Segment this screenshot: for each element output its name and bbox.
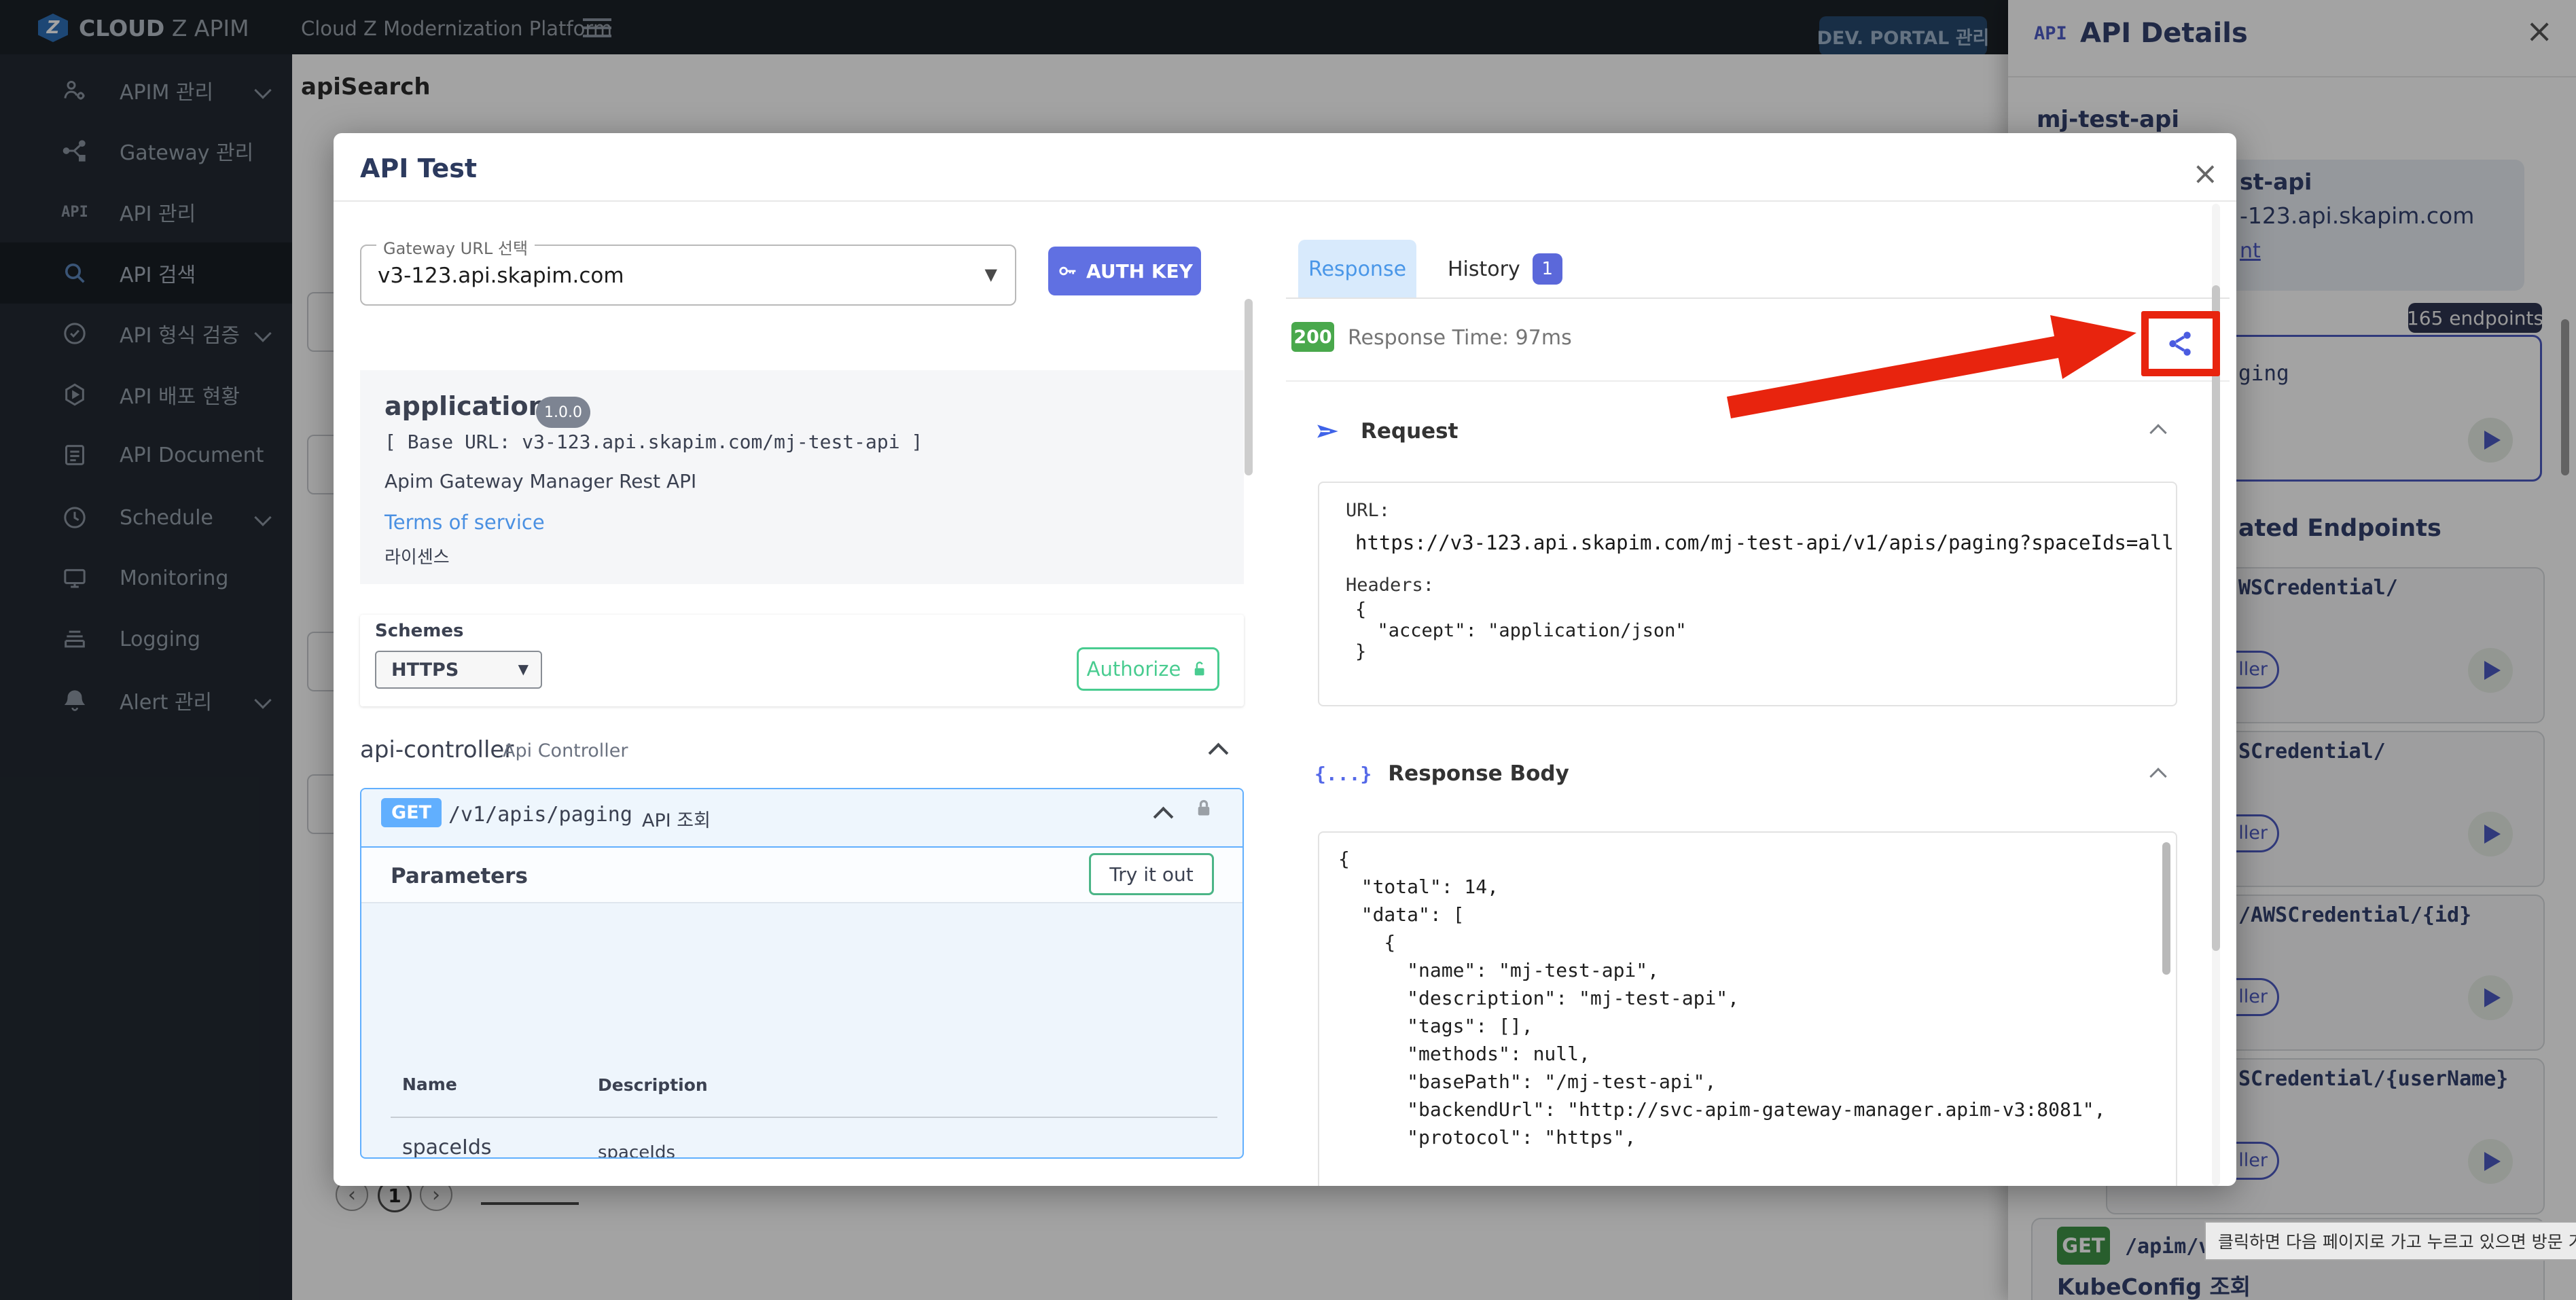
json-line: "basePath": "/mj-test-api", [1338,1068,2105,1096]
gateway-url-value: v3-123.api.skapim.com [378,264,624,288]
modal-close-icon[interactable]: × [2192,155,2219,192]
left-panel-scrollbar[interactable] [1245,299,1253,475]
json-line: "tags": [], [1338,1012,2105,1040]
annotation-arrow [1712,299,2160,435]
json-line: "protocol": "https", [1338,1123,2105,1151]
select-caret-icon: ▼ [518,661,529,677]
gateway-url-label: Gateway URL 선택 [376,235,535,259]
unlock-icon [1189,659,1209,679]
terms-of-service-link[interactable]: Terms of service [384,511,545,534]
operation-summary: API 조회 [642,806,711,832]
history-tab-label: History [1448,257,1520,281]
auth-key-label: AUTH KEY [1086,260,1193,283]
json-line: "description": "mj-test-api", [1338,984,2105,1012]
json-line: "backendUrl": "http://svc-apim-gateway-m… [1338,1096,2105,1123]
api-info-title: application [384,391,547,421]
modal-header-divider [334,200,2236,202]
authorize-button[interactable]: Authorize [1077,647,1219,691]
json-line: "total": 14, [1338,873,2105,901]
collapse-chevron-icon[interactable] [1209,743,1229,763]
param-description: spaceIds [598,1142,675,1159]
json-line: "methods": null, [1338,1040,2105,1068]
share-icon[interactable] [2165,328,2196,359]
response-body-section-header[interactable]: {...} Response Body [1314,761,1569,786]
response-body-title: Response Body [1388,761,1569,786]
lock-icon [1192,796,1216,820]
auth-key-button[interactable]: AUTH KEY [1048,247,1201,295]
api-version-badge: 1.0.0 [536,397,590,428]
operation-path: /v1/apis/paging [448,803,632,827]
select-caret-icon: ▼ [985,265,997,284]
request-section-title: Request [1361,419,1458,444]
braces-icon: {...} [1314,763,1372,785]
authorize-label: Authorize [1087,657,1181,681]
param-col-name: Name [402,1075,457,1094]
screen: Z CLOUD Z APIM Cloud Z Modernization Pla… [0,0,2576,1300]
request-card: URL: https://v3-123.api.skapim.com/mj-te… [1318,482,2177,706]
collapse-chevron-icon[interactable] [2149,768,2166,784]
param-header-divider [391,1117,1217,1118]
controller-name: api-controller [360,736,514,763]
request-section-header[interactable]: Request [1313,417,1458,446]
request-url: https://v3-123.api.skapim.com/mj-test-ap… [1355,531,2174,554]
response-body-scrollbar[interactable] [2162,842,2170,975]
param-col-description: Description [598,1075,708,1095]
param-name: spaceIds [402,1136,492,1159]
modal-title: API Test [360,154,477,183]
response-body-json: { "total": 14, "data": [ { "name": "mj-t… [1338,845,2105,1151]
json-line: { [1338,845,2105,873]
response-body-card: { "total": 14, "data": [ { "name": "mj-t… [1318,831,2177,1186]
header-line: "accept": "application/json" [1355,620,1687,641]
api-base-url: [ Base URL: v3-123.api.skapim.com/mj-tes… [384,431,923,453]
try-it-out-button[interactable]: Try it out [1089,853,1214,895]
json-line: "data": [ [1338,901,2105,928]
api-description: Apim Gateway Manager Rest API [384,470,696,492]
history-count-badge: 1 [1533,253,1562,285]
history-tab[interactable]: History 1 [1448,249,1562,289]
schemes-label: Schemes [375,621,463,641]
annotation-highlight-box [2141,311,2220,376]
json-line: "name": "mj-test-api", [1338,956,2105,984]
controller-subtitle: Api Controller [503,740,628,761]
send-icon [1313,417,1342,446]
response-time: Response Time: 97ms [1348,326,1572,350]
gateway-url-select[interactable]: Gateway URL 선택 v3-123.api.skapim.com ▼ [360,245,1016,306]
header-line: } [1355,641,1687,662]
parameters-title: Parameters [391,864,528,888]
get-method-badge: GET [381,798,442,827]
get-operation-block: GET /v1/apis/paging API 조회 Parameters Tr… [360,788,1244,1159]
schemes-select[interactable]: HTTPS ▼ [375,651,542,689]
modal-scrollbar-thumb[interactable] [2212,285,2220,951]
response-tab[interactable]: Response [1298,240,1416,299]
api-test-modal: API Test × Gateway URL 선택 v3-123.api.ska… [334,133,2236,1186]
parameters-bar: Parameters Try it out [361,848,1242,903]
headers-label: Headers: [1346,575,1434,596]
status-code-badge: 200 [1291,322,1334,352]
operation-header[interactable]: GET /v1/apis/paging API 조회 [361,789,1242,848]
schemes-value: HTTPS [391,660,459,681]
request-headers: { "accept": "application/json" } [1355,599,1687,662]
collapse-chevron-icon[interactable] [1153,807,1174,827]
key-icon [1056,259,1079,283]
header-line: { [1355,599,1687,620]
json-line: { [1338,928,2105,956]
url-label: URL: [1346,500,1390,521]
link-tooltip: 클릭하면 다음 페이지로 가고 누르고 있으면 방문 기록이 나타납니다 [2204,1221,2576,1261]
license-link[interactable]: 라이센스 [384,543,450,568]
